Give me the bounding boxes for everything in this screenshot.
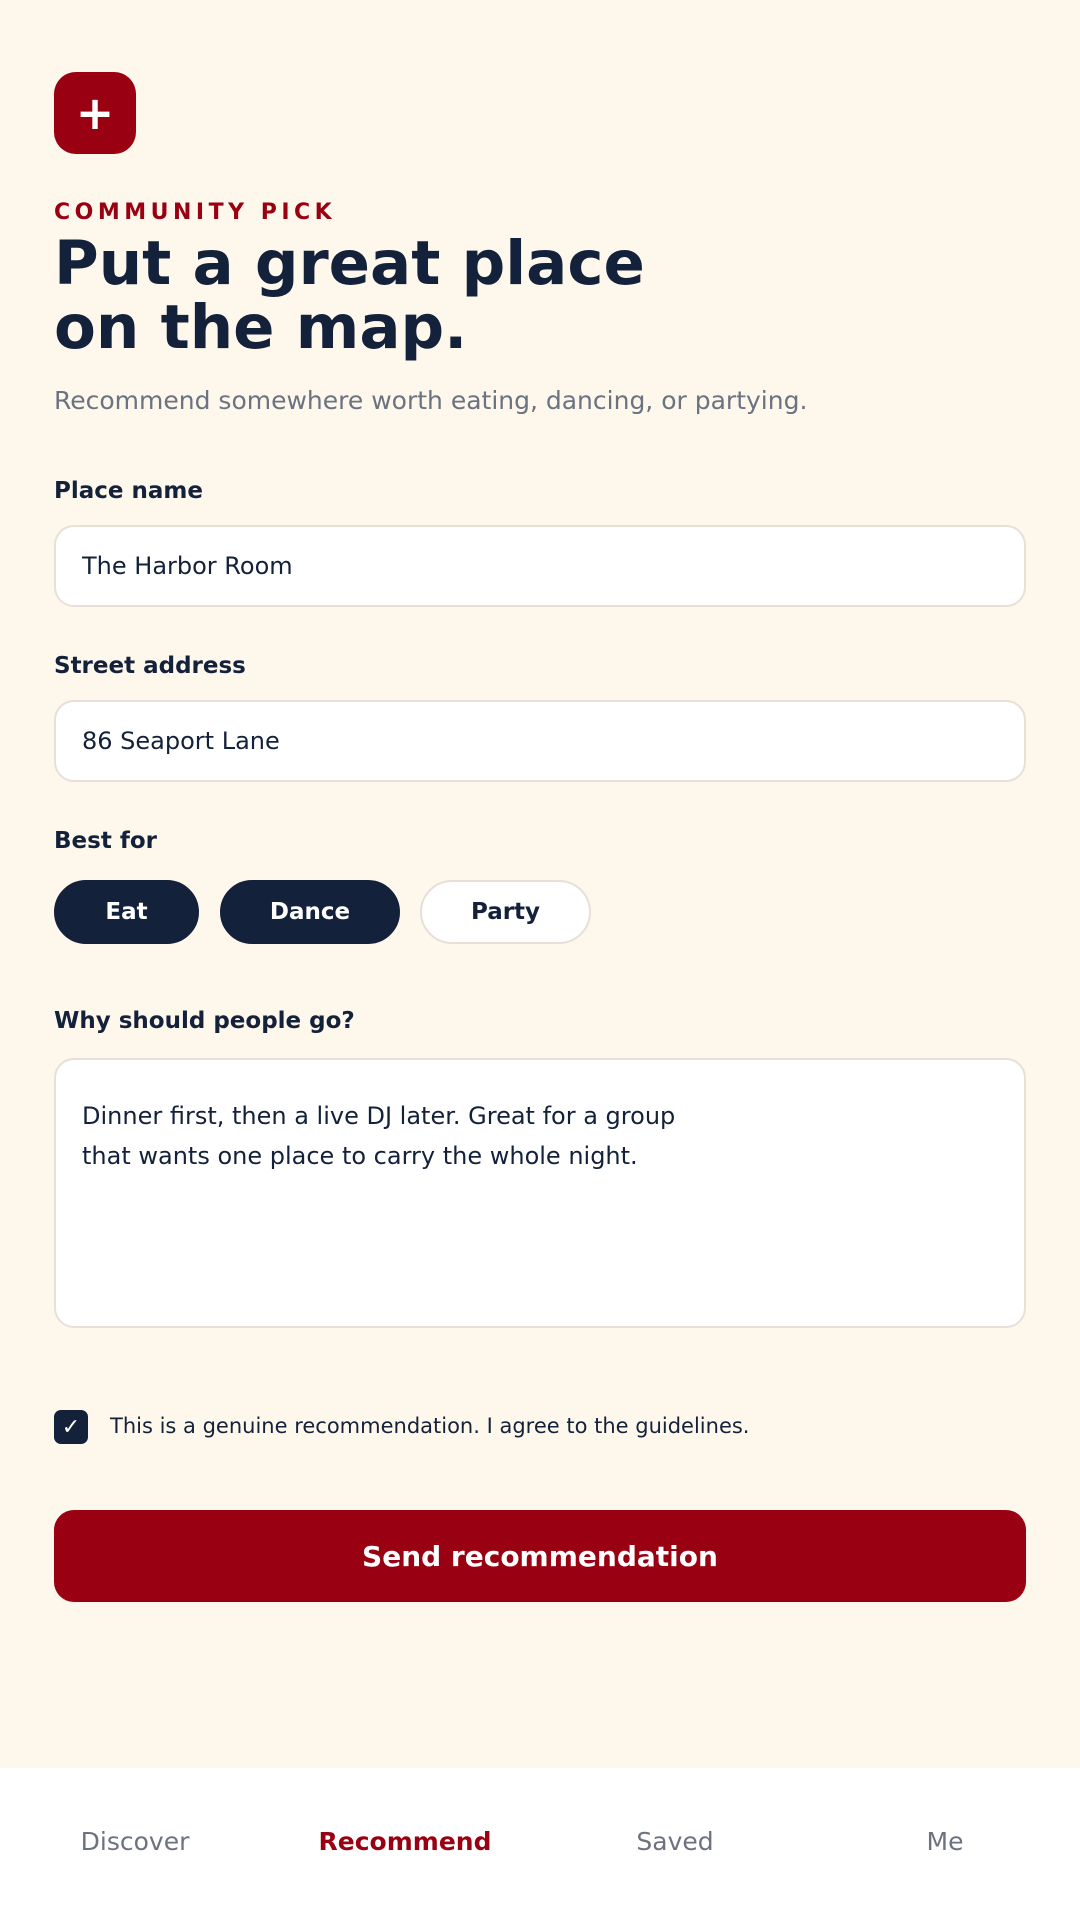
agreement-label: This is a genuine recommendation. I agre…	[110, 1414, 750, 1438]
title-line-2: on the map.	[54, 292, 468, 363]
chip-party[interactable]: Party	[420, 880, 591, 944]
recommend-screen: + COMMUNITY PICK Put a great place on th…	[0, 0, 1080, 1920]
tab-saved[interactable]: Saved	[540, 1768, 810, 1920]
why-text-line-2: that wants one place to carry the whole …	[82, 1142, 638, 1170]
why-text-line-1: Dinner first, then a live DJ later. Grea…	[82, 1102, 676, 1130]
plus-icon: +	[54, 72, 136, 154]
best-for-label: Best for	[54, 828, 157, 854]
plus-glyph: +	[75, 86, 115, 140]
agreement-checkbox[interactable]: ✓	[54, 1410, 88, 1444]
tab-recommend[interactable]: Recommend	[270, 1768, 540, 1920]
send-recommendation-button[interactable]: Send recommendation	[54, 1510, 1026, 1602]
eyebrow-label: COMMUNITY PICK	[54, 200, 337, 225]
chip-eat[interactable]: Eat	[54, 880, 199, 944]
why-textarea[interactable]: Dinner first, then a live DJ later. Grea…	[54, 1058, 1026, 1328]
tab-discover[interactable]: Discover	[0, 1768, 270, 1920]
street-address-label: Street address	[54, 653, 246, 679]
chip-dance[interactable]: Dance	[220, 880, 400, 944]
tab-me[interactable]: Me	[810, 1768, 1080, 1920]
page-subtitle: Recommend somewhere worth eating, dancin…	[54, 386, 808, 415]
title-line-1: Put a great place	[54, 228, 645, 299]
check-icon: ✓	[61, 1414, 81, 1440]
place-name-label: Place name	[54, 478, 203, 504]
page-title: Put a great place on the map.	[54, 232, 814, 360]
bottom-tab-bar: Discover Recommend Saved Me	[0, 1768, 1080, 1920]
place-name-input[interactable]	[54, 525, 1026, 607]
street-address-input[interactable]	[54, 700, 1026, 782]
why-label: Why should people go?	[54, 1008, 355, 1034]
